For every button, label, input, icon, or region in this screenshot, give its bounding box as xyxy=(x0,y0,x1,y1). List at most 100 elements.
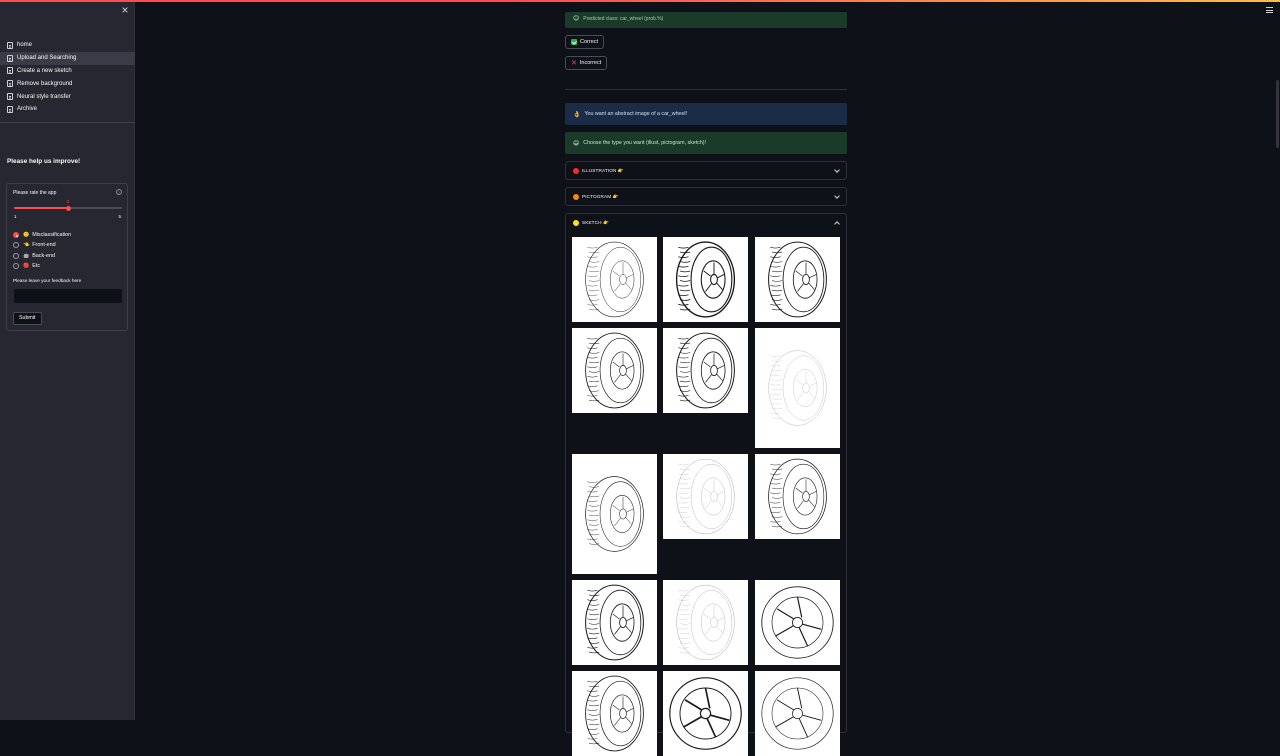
ok-hand-icon: 👌 xyxy=(573,111,581,118)
expander-label: SKETCH 👉 xyxy=(582,219,609,225)
wheel-sketch-graphic xyxy=(761,586,834,659)
radio-etc[interactable]: 🔴 Etc xyxy=(13,261,71,271)
expander-label: ILLUSTRATION 👉 xyxy=(582,167,624,173)
sidebar-item-label: home xyxy=(17,42,33,49)
radio-button[interactable] xyxy=(13,232,19,239)
page-icon xyxy=(7,93,13,101)
yellow-dot-icon xyxy=(573,219,579,226)
slider-fill xyxy=(14,207,68,209)
info-alert: 👌 You want an abstract image of a car_wh… xyxy=(565,103,847,125)
wheel-sketch-graphic xyxy=(768,241,827,318)
wheel-sketch-graphic xyxy=(768,458,827,535)
sad-face-icon: 🙁 xyxy=(23,232,30,239)
sketch-image[interactable] xyxy=(663,454,748,539)
sketch-image[interactable] xyxy=(755,671,840,756)
sketch-image[interactable] xyxy=(755,328,840,448)
sidebar-divider xyxy=(0,122,135,123)
feedback-form: Please rate the app ? 3 1 5 🙁 Misclassifi… xyxy=(6,183,128,331)
radio-misclassification[interactable]: 🙁 Misclassification xyxy=(13,230,71,240)
submit-button[interactable]: Submit xyxy=(13,312,42,325)
slider-thumb[interactable] xyxy=(65,205,71,211)
main-content: 😊 Predicted class: car_wheel (prob.%) Co… xyxy=(565,0,847,756)
wheel-sketch-graphic xyxy=(676,332,735,409)
radio-front-end[interactable]: 👈 Front-end xyxy=(13,240,71,250)
scrollbar[interactable] xyxy=(1276,80,1279,148)
chevron-down-icon xyxy=(834,193,840,199)
choose-text: Choose the type you want (illust, pictog… xyxy=(583,140,707,146)
sketch-image[interactable] xyxy=(663,580,748,665)
cross-icon: ✕ xyxy=(571,59,577,67)
radio-button[interactable] xyxy=(13,263,19,270)
page-icon xyxy=(7,54,13,62)
wheel-sketch-graphic xyxy=(585,241,644,318)
radio-label: Back-end xyxy=(32,252,56,259)
feedback-label: Please leave your feedback here xyxy=(13,278,82,283)
radio-back-end[interactable]: 🤖 Back-end xyxy=(13,251,71,261)
pointing-hand-icon: 👈 xyxy=(23,242,30,249)
radio-button[interactable] xyxy=(13,252,19,259)
wheel-sketch-graphic xyxy=(585,476,644,552)
smile-icon: 😄 xyxy=(573,140,580,147)
correct-label: Correct xyxy=(580,39,599,45)
sketch-image[interactable] xyxy=(572,671,657,756)
prediction-text: Predicted class: car_wheel (prob.%) xyxy=(583,16,664,22)
sidebar-item-upload-and-searching[interactable]: Upload and Searching xyxy=(0,51,135,65)
choose-type-alert: 😄 Choose the type you want (illust, pict… xyxy=(565,132,847,154)
orange-dot-icon xyxy=(573,193,579,200)
sidebar: × home Upload and Searching Create a new… xyxy=(0,0,135,720)
sidebar-item-neural-style-transfer[interactable]: Neural style transfer xyxy=(0,90,135,103)
prediction-alert: 😊 Predicted class: car_wheel (prob.%) xyxy=(565,12,847,28)
feedback-input[interactable] xyxy=(13,288,123,304)
slider-max-label: 5 xyxy=(118,214,121,219)
page-icon xyxy=(7,41,13,49)
incorrect-button[interactable]: ✕ Incorrect xyxy=(565,56,608,70)
sidebar-item-remove-background[interactable]: Remove background xyxy=(0,77,135,90)
radio-label: Misclassification xyxy=(32,232,72,239)
wheel-sketch-graphic xyxy=(676,584,735,661)
sidebar-item-archive[interactable]: Archive xyxy=(0,103,135,116)
sidebar-item-home[interactable]: home xyxy=(0,39,135,52)
sidebar-item-label: Archive xyxy=(17,106,38,113)
page-icon xyxy=(7,67,13,75)
menu-icon[interactable] xyxy=(1266,7,1273,13)
sketch-image[interactable] xyxy=(663,328,748,413)
red-circle-icon: 🔴 xyxy=(23,263,30,270)
expander-header[interactable]: PICTOGRAM 👉 xyxy=(566,188,846,205)
help-icon[interactable]: ? xyxy=(116,189,122,195)
page-icon xyxy=(7,105,13,113)
wheel-sketch-graphic xyxy=(585,675,644,752)
expander-header[interactable]: ILLUSTRATION 👉 xyxy=(566,162,846,179)
expander-illustration[interactable]: ILLUSTRATION 👉 xyxy=(565,161,847,180)
sidebar-item-label: Upload and Searching xyxy=(17,55,77,62)
divider xyxy=(565,89,847,90)
correct-button[interactable]: Correct xyxy=(565,35,605,49)
sketch-image[interactable] xyxy=(755,237,840,322)
sidebar-item-create-sketch[interactable]: Create a new sketch xyxy=(0,65,135,78)
radio-label: Front-end xyxy=(32,242,56,249)
chevron-up-icon xyxy=(834,221,840,227)
wheel-sketch-graphic xyxy=(669,677,742,750)
wheel-sketch-graphic xyxy=(675,241,736,318)
rating-slider[interactable]: 3 xyxy=(14,199,122,211)
sketch-image[interactable] xyxy=(755,580,840,665)
robot-icon: 🤖 xyxy=(23,252,30,259)
sketch-image[interactable] xyxy=(755,454,840,539)
radio-button[interactable] xyxy=(13,242,19,249)
sketch-image[interactable] xyxy=(572,237,657,322)
sketch-image[interactable] xyxy=(572,454,657,574)
page-icon xyxy=(7,80,13,88)
sketch-image[interactable] xyxy=(663,671,748,756)
expander-header[interactable]: SKETCH 👉 xyxy=(566,214,846,231)
sidebar-item-label: Remove background xyxy=(17,80,73,87)
radio-label: Etc xyxy=(32,263,41,270)
expander-pictogram[interactable]: PICTOGRAM 👉 xyxy=(565,187,847,206)
red-dot-icon xyxy=(573,167,579,174)
sketch-image[interactable] xyxy=(663,237,748,322)
close-icon[interactable]: × xyxy=(120,4,130,16)
wheel-sketch-graphic xyxy=(585,332,644,409)
wheel-sketch-graphic xyxy=(768,350,827,426)
sketch-image[interactable] xyxy=(572,580,657,665)
sketch-image[interactable] xyxy=(572,328,657,413)
incorrect-label: Incorrect xyxy=(579,60,602,66)
chevron-down-icon xyxy=(834,167,840,173)
